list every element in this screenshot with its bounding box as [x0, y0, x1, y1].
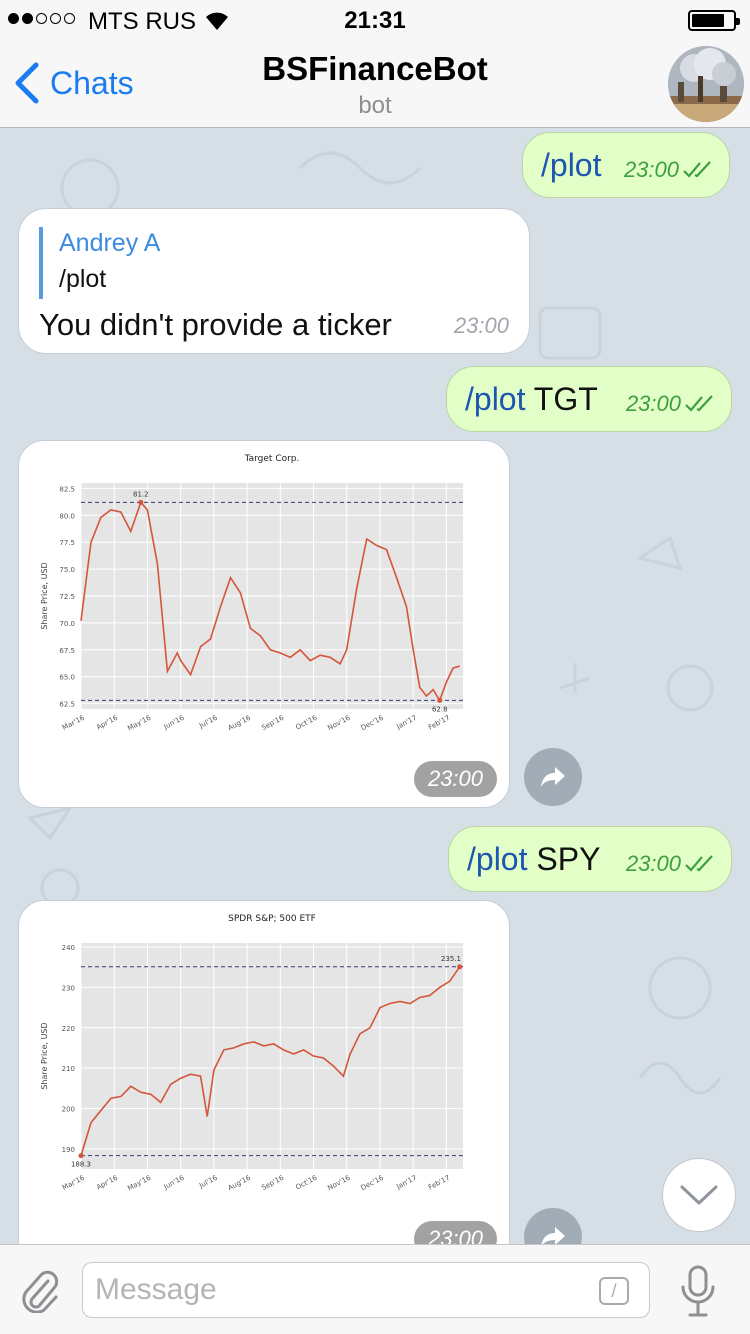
reply-quote[interactable]: Andrey A /plot	[39, 227, 160, 299]
attach-button[interactable]	[18, 1267, 60, 1318]
message-list[interactable]: /plot 23:00 Andrey A /plot You didn't pr…	[0, 128, 750, 1244]
max-price-point	[457, 964, 463, 970]
message-text: TGT	[525, 381, 598, 417]
chart-photo-message[interactable]: SPDR S&P; 500 ETF Share Price, USD 190 200 2…	[18, 900, 510, 1244]
y-tick-label: 67.5	[59, 647, 75, 655]
min-price-point	[78, 1153, 84, 1159]
bot-command-link[interactable]: /plot	[465, 381, 525, 417]
read-double-check-icon	[685, 395, 713, 412]
x-tick-label: Apr'16	[95, 1173, 119, 1191]
y-tick-label: 75.0	[59, 566, 75, 574]
chat-subtitle: bot	[358, 92, 392, 119]
spy-price-chart: SPDR S&P; 500 ETF Share Price, USD 190 200 2…	[40, 914, 463, 1193]
share-arrow-icon	[541, 1227, 565, 1244]
x-tick-label: Sep'16	[260, 1173, 285, 1192]
max-price-label: 81.2	[133, 490, 149, 498]
x-tick-label: Oct'16	[294, 713, 318, 731]
message-input-bar: /	[0, 1244, 750, 1334]
y-tick-label: 240	[62, 944, 75, 952]
paperclip-icon	[22, 1270, 59, 1314]
x-tick-label: Aug'16	[227, 1173, 253, 1192]
chat-header: Chats BSFinanceBot bot	[0, 40, 750, 128]
x-tick-label: Jun'16	[162, 1173, 186, 1191]
x-tick-label: Jan'17	[394, 714, 418, 732]
y-tick-label: 72.5	[59, 593, 75, 601]
chevron-down-icon	[680, 1185, 718, 1205]
y-tick-label: 77.5	[59, 539, 75, 547]
x-tick-label: Nov'16	[326, 1173, 352, 1192]
y-tick-label: 230	[62, 984, 75, 992]
microphone-button[interactable]	[680, 1265, 716, 1324]
x-tick-label: Mar'16	[61, 713, 86, 732]
x-tick-label: Aug'16	[227, 713, 253, 732]
x-tick-label: May'16	[126, 713, 153, 732]
y-tick-label: 220	[62, 1025, 75, 1033]
x-tick-label: Jul'16	[197, 713, 219, 730]
x-tick-label: Apr'16	[95, 713, 119, 731]
incoming-message[interactable]: Andrey A /plot You didn't provide a tick…	[18, 208, 530, 354]
bot-command-link[interactable]: /plot	[467, 841, 527, 877]
status-time: 21:31	[344, 7, 406, 34]
microphone-icon	[681, 1265, 715, 1317]
message-text: SPY	[527, 841, 601, 877]
x-tick-label: Jan'17	[394, 1174, 418, 1192]
min-price-point	[437, 697, 443, 703]
share-arrow-icon	[541, 767, 565, 787]
y-tick-label: 80.0	[59, 512, 75, 520]
chart-title: Target Corp.	[244, 454, 300, 464]
max-price-label: 235.1	[441, 955, 461, 963]
y-tick-label: 210	[62, 1065, 75, 1073]
outgoing-message[interactable]: /plot 23:00	[522, 132, 730, 198]
message-time: 23:00	[413, 761, 497, 797]
message-text: You didn't provide a ticker	[39, 307, 392, 342]
bot-avatar[interactable]	[668, 46, 744, 122]
read-double-check-icon	[683, 161, 711, 178]
chart-title: SPDR S&P; 500 ETF	[228, 914, 316, 924]
min-price-label: 188.3	[71, 1161, 91, 1169]
min-price-label: 62.8	[432, 705, 448, 713]
message-time: 23:00	[623, 157, 679, 182]
x-tick-label: Jul'16	[197, 1173, 219, 1190]
outgoing-message[interactable]: /plot SPY 23:00	[448, 826, 732, 892]
max-price-point	[138, 499, 144, 505]
y-tick-label: 62.5	[59, 701, 75, 709]
status-bar: MTS RUS 21:31	[0, 0, 750, 40]
reply-text: /plot	[59, 265, 107, 293]
bot-command-link[interactable]: /plot	[541, 147, 601, 183]
read-double-check-icon	[685, 855, 713, 872]
chat-title[interactable]: BSFinanceBot	[0, 50, 750, 88]
scroll-to-bottom-button[interactable]	[662, 1158, 736, 1232]
message-input[interactable]	[82, 1262, 650, 1318]
tgt-price-chart: Target Corp. Share Price, USD 62.5 65.0 67.5…	[40, 454, 463, 733]
x-tick-label: Sep'16	[260, 713, 285, 732]
x-tick-label: Dec'16	[360, 713, 386, 732]
y-axis-label: Share Price, USD	[40, 1022, 49, 1089]
x-tick-label: May'16	[126, 1173, 153, 1192]
message-time: 23:00	[453, 313, 509, 338]
x-tick-label: Feb'17	[427, 1174, 451, 1192]
y-tick-label: 190	[62, 1146, 75, 1154]
x-tick-label: Dec'16	[360, 1173, 386, 1192]
x-tick-label: Oct'16	[294, 1173, 318, 1191]
x-tick-label: Jun'16	[162, 713, 186, 731]
y-axis-label: Share Price, USD	[40, 562, 49, 629]
y-tick-label: 70.0	[59, 620, 75, 628]
y-tick-label: 65.0	[59, 674, 75, 682]
message-time: 23:00	[413, 1221, 497, 1244]
battery-icon	[688, 10, 740, 31]
x-tick-label: Nov'16	[326, 713, 352, 732]
x-tick-label: Mar'16	[61, 1173, 86, 1192]
share-button[interactable]	[524, 748, 582, 806]
outgoing-message[interactable]: /plot TGT 23:00	[446, 366, 732, 432]
x-tick-label: Feb'17	[427, 714, 451, 732]
y-tick-label: 200	[62, 1105, 75, 1113]
y-tick-label: 82.5	[59, 485, 75, 493]
message-time: 23:00	[625, 391, 681, 416]
bot-commands-button[interactable]: /	[599, 1277, 629, 1305]
chart-photo-message[interactable]: Target Corp. Share Price, USD 62.5 65.0 67.5…	[18, 440, 510, 808]
message-time: 23:00	[625, 851, 681, 876]
plot-area	[81, 943, 463, 1169]
reply-author: Andrey A	[59, 229, 161, 257]
